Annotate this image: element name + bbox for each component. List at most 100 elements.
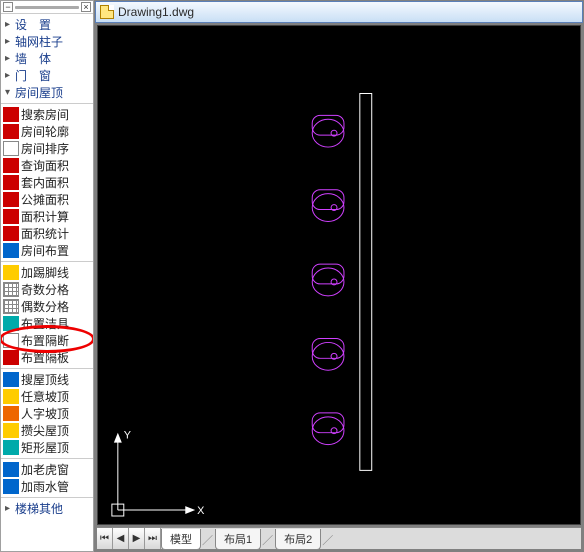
toilet-fixture — [312, 413, 344, 445]
collapse-icon[interactable]: − — [3, 2, 13, 12]
tree-item-grid-column[interactable]: ▸轴网柱子 — [1, 33, 93, 50]
tab-separator: ／ — [200, 529, 215, 551]
room-tools-group: 搜索房间 房间轮廓 房间排序 查询面积 套内面积 公摊面积 面积计算 面积统计 … — [1, 104, 93, 262]
odd-grid-icon — [3, 282, 19, 297]
cmd-room-outline[interactable]: 房间轮廓 — [1, 123, 93, 140]
baffle-icon — [3, 350, 19, 365]
roof-tools-group: 搜屋顶线 任意坡顶 人字坡顶 攒尖屋顶 矩形屋顶 — [1, 369, 93, 459]
toilet-fixture — [312, 115, 344, 147]
misc-tools-group: 加老虎窗 加雨水管 — [1, 459, 93, 498]
chevron-right-icon: ▸ — [5, 70, 15, 81]
area-calc-icon — [3, 209, 19, 224]
cmd-label: 面积统计 — [21, 225, 69, 242]
area-stats-icon — [3, 226, 19, 241]
tree-label: 设 置 — [15, 16, 51, 33]
cmd-room-sort[interactable]: 房间排序 — [1, 140, 93, 157]
category-tree-bottom: ▸楼梯其他 — [1, 498, 93, 519]
ucs-icon: Y X — [112, 430, 205, 517]
document-titlebar[interactable]: Drawing1.dwg — [95, 1, 583, 23]
tree-item-wall[interactable]: ▸墙 体 — [1, 50, 93, 67]
tree-item-stairs[interactable]: ▸楼梯其他 — [1, 500, 93, 517]
rect-roof-icon — [3, 440, 19, 455]
shared-area-icon — [3, 192, 19, 207]
toilet-fixture — [312, 338, 344, 370]
cmd-gable-roof[interactable]: 人字坡顶 — [1, 405, 93, 422]
cmd-label: 搜屋顶线 — [21, 371, 69, 388]
roofline-icon — [3, 372, 19, 387]
layout-tools-group: 加踢脚线 奇数分格 偶数分格 布置洁具 布置隔断 布置隔板 — [1, 262, 93, 369]
cmd-skirting[interactable]: 加踢脚线 — [1, 264, 93, 281]
close-icon[interactable]: × — [81, 2, 91, 12]
partition-rail — [360, 94, 372, 471]
chevron-right-icon: ▸ — [5, 19, 15, 30]
cmd-hip-roof[interactable]: 攒尖屋顶 — [1, 422, 93, 439]
tab-separator: ／ — [260, 529, 275, 551]
chevron-right-icon: ▸ — [5, 36, 15, 47]
cmd-label: 加踢脚线 — [21, 264, 69, 281]
cmd-area-calc[interactable]: 面积计算 — [1, 208, 93, 225]
tree-label: 楼梯其他 — [15, 500, 63, 517]
inner-area-icon — [3, 175, 19, 190]
cmd-label: 加雨水管 — [21, 478, 69, 495]
tree-item-door-window[interactable]: ▸门 窗 — [1, 67, 93, 84]
cmd-label: 公摊面积 — [21, 191, 69, 208]
cmd-label: 攒尖屋顶 — [21, 422, 69, 439]
tab-nav-buttons: ⏮ ◀ ▶ ⏭ — [97, 528, 161, 549]
model-viewport[interactable]: Y X — [97, 25, 581, 525]
cmd-label: 查询面积 — [21, 157, 69, 174]
cmd-rect-roof[interactable]: 矩形屋顶 — [1, 439, 93, 456]
cmd-query-area[interactable]: 查询面积 — [1, 157, 93, 174]
cmd-label: 搜索房间 — [21, 106, 69, 123]
chevron-right-icon: ▸ — [5, 503, 15, 514]
tab-nav-first[interactable]: ⏮ — [97, 528, 113, 549]
axis-y-label: Y — [124, 430, 132, 442]
dormer-icon — [3, 462, 19, 477]
cmd-room-layout[interactable]: 房间布置 — [1, 242, 93, 259]
cmd-area-stats[interactable]: 面积统计 — [1, 225, 93, 242]
tool-palette: − × ▸设 置 ▸轴网柱子 ▸墙 体 ▸门 窗 ▾房间屋顶 搜索房间 房间轮廓… — [0, 0, 94, 552]
tab-layout-1[interactable]: 布局1 — [215, 529, 261, 550]
tree-label: 轴网柱子 — [15, 33, 63, 50]
cmd-place-baffle[interactable]: 布置隔板 — [1, 349, 93, 366]
cmd-label: 房间排序 — [21, 140, 69, 157]
tree-item-room-roof[interactable]: ▾房间屋顶 — [1, 84, 93, 101]
cmd-label: 房间布置 — [21, 242, 69, 259]
partition-icon — [3, 333, 19, 348]
chevron-down-icon: ▾ — [5, 87, 15, 98]
slider-track[interactable] — [15, 6, 79, 9]
hip-icon — [3, 423, 19, 438]
cmd-shared-area[interactable]: 公摊面积 — [1, 191, 93, 208]
tab-nav-next[interactable]: ▶ — [129, 528, 145, 549]
cmd-inner-area[interactable]: 套内面积 — [1, 174, 93, 191]
cmd-label: 布置隔板 — [21, 349, 69, 366]
cmd-dormer[interactable]: 加老虎窗 — [1, 461, 93, 478]
cmd-even-grid[interactable]: 偶数分格 — [1, 298, 93, 315]
tab-model[interactable]: 模型 — [161, 529, 201, 550]
drawing-canvas[interactable]: Y X — [98, 26, 580, 524]
room-search-icon — [3, 107, 19, 122]
cmd-label: 套内面积 — [21, 174, 69, 191]
cmd-rainpipe[interactable]: 加雨水管 — [1, 478, 93, 495]
cmd-place-partition[interactable]: 布置隔断 — [1, 332, 93, 349]
tree-label: 墙 体 — [15, 50, 51, 67]
cmd-label: 人字坡顶 — [21, 405, 69, 422]
cmd-label: 布置隔断 — [21, 332, 69, 349]
tree-label: 房间屋顶 — [15, 84, 63, 101]
cmd-label: 加老虎窗 — [21, 461, 69, 478]
cmd-any-slope[interactable]: 任意坡顶 — [1, 388, 93, 405]
chevron-right-icon: ▸ — [5, 53, 15, 64]
room-sort-icon — [3, 141, 19, 156]
toilet-fixture — [312, 264, 344, 296]
cmd-search-room[interactable]: 搜索房间 — [1, 106, 93, 123]
tab-nav-last[interactable]: ⏭ — [145, 528, 161, 549]
cmd-place-fixture[interactable]: 布置洁具 — [1, 315, 93, 332]
tree-item-settings[interactable]: ▸设 置 — [1, 16, 93, 33]
cmd-search-roofline[interactable]: 搜屋顶线 — [1, 371, 93, 388]
tab-nav-prev[interactable]: ◀ — [113, 528, 129, 549]
cmd-label: 面积计算 — [21, 208, 69, 225]
area-query-icon — [3, 158, 19, 173]
cmd-odd-grid[interactable]: 奇数分格 — [1, 281, 93, 298]
axis-x-label: X — [197, 505, 205, 517]
rainpipe-icon — [3, 479, 19, 494]
tab-layout-2[interactable]: 布局2 — [275, 529, 321, 550]
